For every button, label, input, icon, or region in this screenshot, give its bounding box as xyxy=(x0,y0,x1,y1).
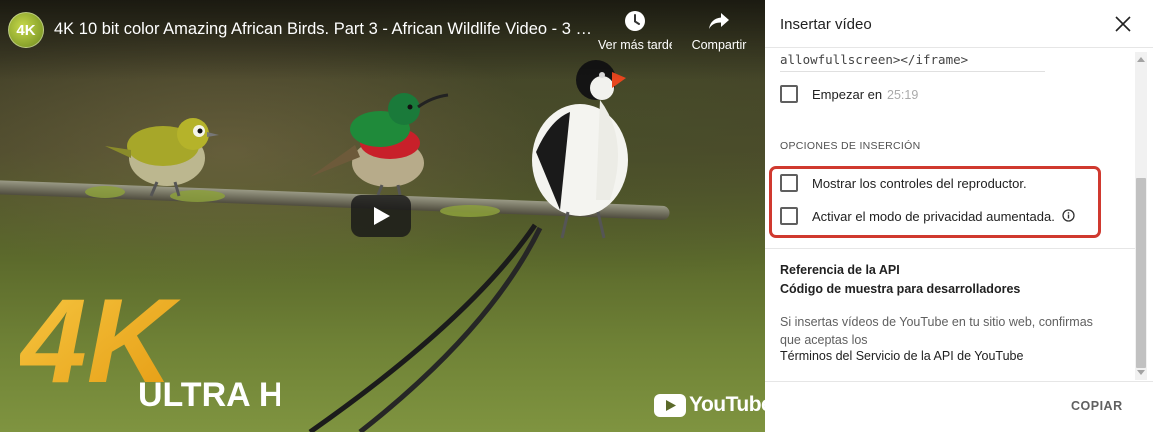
play-icon xyxy=(374,207,390,225)
embed-options-scroll-area[interactable]: allowfullscreen></iframe> Empezar en 25:… xyxy=(765,48,1153,381)
scrollbar[interactable] xyxy=(1135,52,1147,380)
scroll-up-arrow-icon[interactable] xyxy=(1137,57,1145,62)
embed-dialog-footer: COPIAR xyxy=(765,381,1153,435)
video-player[interactable]: 4K 4K 10 bit color Amazing African Birds… xyxy=(0,0,765,432)
4k-ultra-hd-logo: 4K ULTRA HD xyxy=(20,282,280,412)
youtube-logo[interactable]: YouTube xyxy=(654,393,765,417)
embed-dialog-header: Insertar vídeo xyxy=(765,0,1153,48)
start-at-time-input[interactable]: 25:19 xyxy=(887,88,918,102)
embed-options-heading: OPCIONES DE INSERCIÓN xyxy=(780,140,921,152)
terms-notice-text: Si insertas vídeos de YouTube en tu siti… xyxy=(780,315,1093,347)
terms-of-service-link[interactable]: Términos del Servicio de la API de YouTu… xyxy=(780,349,1023,363)
clock-icon xyxy=(625,11,645,31)
youtube-wordmark: YouTube xyxy=(689,393,765,416)
channel-avatar[interactable]: 4K xyxy=(8,12,44,48)
info-icon[interactable] xyxy=(1062,209,1075,222)
embed-dialog-title: Insertar vídeo xyxy=(780,16,872,33)
youtube-play-icon xyxy=(654,393,686,417)
watch-later-label: Ver más tarde xyxy=(598,38,672,52)
embed-code-textarea[interactable]: allowfullscreen></iframe> xyxy=(780,52,1045,72)
share-button[interactable]: Compartir xyxy=(686,10,752,52)
show-controls-checkbox[interactable] xyxy=(780,174,798,192)
scrollbar-thumb[interactable] xyxy=(1136,178,1146,368)
share-arrow-icon xyxy=(709,13,729,29)
copy-button[interactable]: COPIAR xyxy=(1071,399,1123,413)
scroll-down-arrow-icon[interactable] xyxy=(1137,370,1145,375)
close-icon[interactable] xyxy=(1115,16,1131,32)
embed-dialog: Insertar vídeo allowfullscreen></iframe>… xyxy=(765,0,1153,435)
yellow-bird-image xyxy=(105,118,219,197)
privacy-mode-checkbox[interactable] xyxy=(780,207,798,225)
play-button[interactable] xyxy=(351,195,411,237)
sample-code-link[interactable]: Código de muestra para desarrolladores xyxy=(780,282,1020,296)
video-title[interactable]: 4K 10 bit color Amazing African Birds. P… xyxy=(54,20,594,39)
watch-later-button[interactable]: Ver más tarde xyxy=(598,10,672,52)
svg-text:ULTRA HD: ULTRA HD xyxy=(138,376,280,412)
start-at-label: Empezar en xyxy=(812,87,883,102)
privacy-mode-label: Activar el modo de privacidad aumentada. xyxy=(812,209,1055,224)
start-at-checkbox[interactable] xyxy=(780,85,798,103)
show-controls-label: Mostrar los controles del reproductor. xyxy=(812,176,1027,191)
section-divider xyxy=(765,248,1135,249)
whydah-bird-image xyxy=(308,60,628,432)
api-reference-link[interactable]: Referencia de la API xyxy=(780,263,900,277)
share-label: Compartir xyxy=(691,38,747,52)
